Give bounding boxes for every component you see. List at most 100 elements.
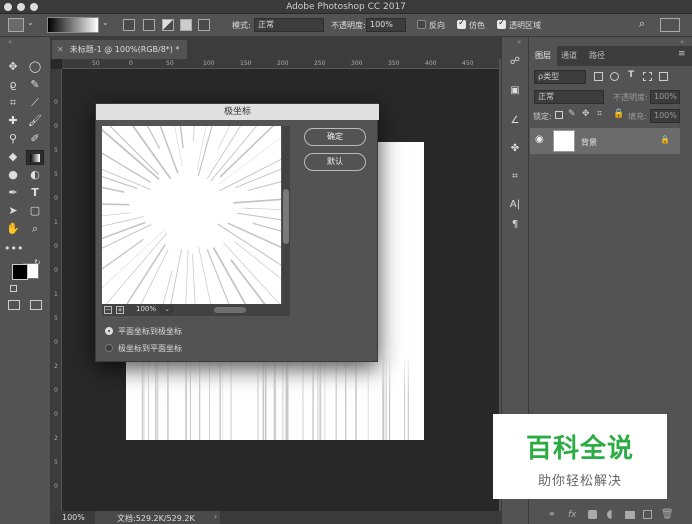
zoom-dropdown-icon[interactable]: ⌄: [160, 305, 174, 315]
opacity-input[interactable]: 100%: [366, 18, 406, 32]
zoom-out-button[interactable]: −: [104, 306, 112, 314]
status-zoom[interactable]: 100%: [62, 513, 85, 522]
blur-tool-icon[interactable]: ●: [4, 167, 22, 183]
workspace-icon[interactable]: [660, 18, 680, 32]
ruler-left-tick: 2: [54, 435, 58, 442]
filter-adjustment-icon[interactable]: [610, 72, 619, 81]
add-mask-icon[interactable]: [588, 510, 597, 519]
new-layer-icon[interactable]: [643, 510, 652, 519]
radial-gradient-icon[interactable]: [143, 19, 155, 31]
clone-stamp-tool-icon[interactable]: ⚲: [4, 131, 22, 147]
quick-select-tool-icon[interactable]: ✎: [26, 77, 44, 93]
puzzle-panel-icon[interactable]: ✤: [505, 140, 525, 158]
mode-select[interactable]: 正常: [254, 18, 324, 32]
shape-tool-icon[interactable]: ▢: [26, 203, 44, 219]
more-tools-icon[interactable]: •••: [4, 241, 23, 257]
rect-to-polar-radio[interactable]: [105, 327, 113, 335]
history-brush-tool-icon[interactable]: ✐: [26, 131, 44, 147]
tab-channels[interactable]: 通道: [555, 46, 583, 66]
zoom-in-button[interactable]: +: [116, 306, 124, 314]
gradient-tool-icon[interactable]: [26, 150, 44, 165]
delete-layer-icon[interactable]: 🗑: [661, 509, 674, 520]
lock-label: 锁定:: [533, 112, 552, 121]
filter-pixel-icon[interactable]: [594, 72, 603, 81]
collapse-panels-icon[interactable]: »: [517, 38, 521, 46]
layer-effects-icon[interactable]: fx: [568, 510, 577, 520]
ruler-top-tick: 450: [462, 60, 474, 67]
default-colors-icon[interactable]: [10, 285, 17, 292]
adjustment-layer-icon[interactable]: [607, 510, 616, 519]
blend-mode-select[interactable]: 正常: [534, 90, 604, 104]
document-tab[interactable]: ✕ 未标题-1 @ 100%(RGB/8*) *: [52, 40, 187, 59]
filter-smart-object-icon[interactable]: [659, 72, 668, 81]
filter-type-icon[interactable]: T: [628, 70, 634, 80]
screen-mode-icon[interactable]: [30, 300, 42, 310]
swap-colors-icon[interactable]: ↻: [34, 258, 41, 267]
linear-gradient-icon[interactable]: [123, 19, 135, 31]
history-panel-icon[interactable]: ☍: [505, 53, 525, 71]
eyedropper-tool-icon[interactable]: ⟋: [26, 95, 44, 111]
lock-all-icon[interactable]: 🔒: [613, 109, 624, 119]
transparency-checkbox[interactable]: [497, 18, 506, 29]
tool-preset-icon[interactable]: [8, 18, 24, 32]
ok-button[interactable]: 确定: [304, 128, 366, 146]
crop-panel-icon[interactable]: ⌗: [505, 168, 525, 186]
reverse-checkbox[interactable]: [417, 20, 426, 29]
actions-panel-icon[interactable]: ▣: [505, 82, 525, 100]
collapse-icon[interactable]: «: [8, 38, 12, 46]
ruler-left-tick: 0: [54, 123, 58, 130]
dither-checkbox[interactable]: [457, 18, 466, 29]
default-button[interactable]: 默认: [304, 153, 366, 171]
eye-visibility-icon[interactable]: ◉: [535, 134, 544, 145]
reflected-gradient-icon[interactable]: [180, 19, 192, 31]
lock-position-icon[interactable]: ✥: [582, 109, 590, 119]
ruler-left-tick: 0: [54, 411, 58, 418]
lasso-tool-icon[interactable]: ϱ: [4, 77, 22, 93]
vertical-ruler: 0 0 5 5 0 1 0 0 1 5 0 2 0 0 2 5 0: [51, 69, 62, 511]
tab-layers[interactable]: 图层: [529, 46, 557, 66]
lock-artboard-icon[interactable]: ⌗: [597, 109, 602, 119]
brush-tool-icon[interactable]: 🖌: [26, 113, 44, 129]
preview-scrollbar-thumb[interactable]: [283, 189, 289, 244]
filter-preview[interactable]: [102, 126, 281, 304]
character-panel-icon[interactable]: A|: [505, 196, 525, 214]
type-tool-icon[interactable]: T: [26, 185, 44, 201]
tab-paths[interactable]: 路径: [583, 46, 611, 66]
lock-image-icon[interactable]: ✎: [568, 109, 576, 119]
gradient-dropdown-icon[interactable]: ⌄: [102, 18, 109, 27]
zoom-tool-icon[interactable]: ⌕: [26, 221, 44, 237]
quick-mask-icon[interactable]: [8, 300, 20, 310]
new-group-icon[interactable]: [625, 511, 635, 519]
gradient-picker[interactable]: [47, 17, 99, 33]
preview-hscroll-thumb[interactable]: [214, 307, 246, 313]
path-select-tool-icon[interactable]: ➤: [4, 203, 22, 219]
chevron-down-icon[interactable]: ⌄: [27, 18, 34, 27]
fill-input[interactable]: 100%: [650, 109, 680, 123]
search-icon[interactable]: ⌕: [639, 17, 645, 31]
crop-tool-icon[interactable]: ⌗: [4, 95, 22, 111]
hand-tool-icon[interactable]: ✋: [4, 221, 22, 237]
panel-collapse-icon[interactable]: «: [680, 38, 684, 46]
move-tool-icon[interactable]: ✥: [4, 59, 22, 75]
angle-gradient-icon[interactable]: [162, 19, 174, 31]
marquee-tool-icon[interactable]: ◯: [26, 59, 44, 75]
healing-brush-tool-icon[interactable]: ✚: [4, 113, 22, 129]
dodge-tool-icon[interactable]: ◐: [26, 167, 44, 183]
pen-tool-icon[interactable]: ✒: [4, 185, 22, 201]
filter-shape-icon[interactable]: [643, 72, 652, 81]
polar-to-rect-radio[interactable]: [105, 344, 113, 352]
lock-transparent-icon[interactable]: [555, 111, 563, 119]
panel-menu-icon[interactable]: ≡: [678, 49, 686, 59]
layer-kind-filter[interactable]: ρ类型: [534, 70, 586, 84]
paragraph-panel-icon[interactable]: ¶: [505, 216, 525, 234]
layer-opacity-input[interactable]: 100%: [650, 90, 680, 104]
dither-label: 仿色: [469, 21, 485, 30]
adjustments-panel-icon[interactable]: ∠: [505, 112, 525, 130]
foreground-color-swatch[interactable]: [12, 264, 28, 280]
eraser-tool-icon[interactable]: ◆: [4, 149, 22, 165]
diamond-gradient-icon[interactable]: [198, 19, 210, 31]
close-tab-icon[interactable]: ✕: [57, 45, 64, 54]
layer-opacity-label: 不透明度:: [613, 93, 648, 102]
status-menu-arrow-icon[interactable]: ›: [214, 512, 217, 521]
link-layers-icon[interactable]: ⚭: [548, 510, 556, 520]
